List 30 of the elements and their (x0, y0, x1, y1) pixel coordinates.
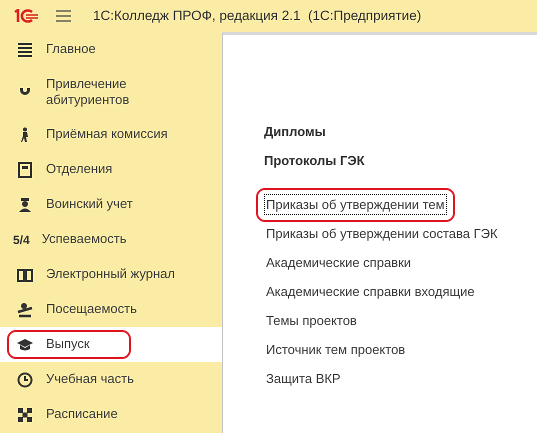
sidebar-item[interactable]: Выпуск (7, 330, 131, 359)
panel-icon (17, 162, 33, 178)
book-icon (17, 266, 33, 282)
graduation-cap-icon (17, 336, 33, 352)
window-title: 1С:Колледж ПРОФ, редакция 2.1 (1С:Предприятие) (93, 6, 422, 25)
sidebar-item[interactable]: Главное (7, 35, 131, 64)
clock-icon (17, 372, 33, 388)
sidebar-item[interactable]: Учебная часть (7, 365, 136, 394)
command-link[interactable]: Темы проектов (264, 310, 359, 331)
list-icon (17, 42, 33, 58)
section-heading: Дипломы (264, 124, 326, 139)
sidebar-item[interactable]: Приёмная комиссия (7, 120, 170, 149)
grade-icon: 5/4 (13, 230, 30, 248)
command-link[interactable]: Источник тем проектов (264, 339, 408, 360)
sidebar-item[interactable]: Привлечение абитуриентов (7, 70, 158, 114)
checker-icon (17, 406, 33, 422)
sidebar-item[interactable]: 5/4 Успеваемость (7, 225, 131, 254)
sidebar-item[interactable]: Воинский учет (7, 190, 135, 219)
sidebar-item[interactable]: Посещаемость (7, 295, 139, 324)
command-link[interactable]: Академические справки входящие (264, 281, 477, 302)
command-link[interactable]: Академические справки (264, 252, 414, 273)
sidebar-item[interactable]: Отделения (7, 155, 131, 184)
command-link[interactable]: Приказы об утверждении состава ГЭК (264, 223, 500, 244)
sidebar-item[interactable]: Расписание (7, 400, 131, 429)
section-heading: Протоколы ГЭК (264, 152, 365, 168)
logo-icon (13, 9, 39, 23)
sidebar-item[interactable]: Электронный журнал (7, 260, 177, 289)
menu-icon[interactable] (56, 10, 71, 22)
command-link[interactable]: Защита ВКР (264, 368, 343, 389)
command-link[interactable]: Приказы об утверждении тем (264, 194, 447, 215)
